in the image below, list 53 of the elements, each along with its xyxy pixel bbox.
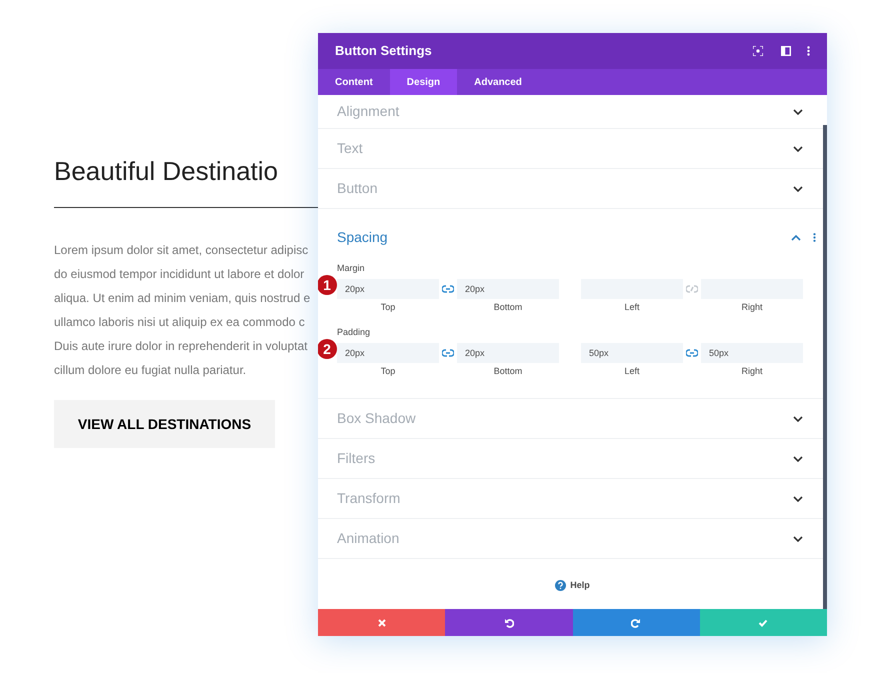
- field-group-label: Margin: [337, 262, 366, 275]
- link-icon[interactable]: [442, 348, 454, 356]
- tab[interactable]: Content: [318, 69, 390, 95]
- paragraph-line: cillum dolore eu fugiat nulla pariatur.: [54, 362, 248, 379]
- field-label: Left: [623, 300, 640, 314]
- redo-icon: [631, 618, 642, 628]
- chevron-down-icon[interactable]: [793, 456, 803, 462]
- paragraph-line: ullamco laboris nisi ut aliquip ex ea commodo c: [54, 314, 306, 331]
- page-heading: Beautiful Destinatio: [54, 155, 280, 187]
- field-label: Left: [623, 364, 640, 378]
- field-label: Right: [740, 300, 764, 314]
- close-icon: [376, 618, 387, 628]
- step-badge: 1: [318, 275, 337, 295]
- paragraph-line: Duis aute irure dolor in reprehenderit in voluptat: [54, 338, 308, 355]
- step-badge: 2: [318, 339, 337, 359]
- input-field[interactable]: 20px: [337, 342, 439, 362]
- chevron-up-icon[interactable]: [791, 234, 801, 240]
- scrollbar[interactable]: [823, 125, 827, 609]
- input-field[interactable]: 20px: [457, 342, 559, 362]
- undo-icon: [504, 618, 514, 628]
- chevron-down-icon[interactable]: [793, 108, 803, 114]
- field-label: Bottom: [492, 364, 524, 378]
- view-all-destinations-button[interactable]: VIEW ALL DESTINATIONS: [54, 400, 275, 448]
- help-icon[interactable]: [555, 580, 566, 592]
- chevron-down-icon[interactable]: [793, 536, 803, 542]
- paragraph-line: Lorem ipsum dolor sit amet, consectetur adipisc: [54, 242, 310, 259]
- field-label: Bottom: [492, 300, 524, 314]
- link-icon[interactable]: [686, 348, 698, 356]
- field-group-label: Padding: [337, 326, 372, 339]
- fullscreen-icon[interactable]: [753, 46, 763, 56]
- chevron-down-icon[interactable]: [793, 416, 803, 422]
- paragraph-line: aliqua. Ut enim ad minim veniam, quis nostrud e: [54, 290, 312, 307]
- checkmark-icon: [758, 618, 768, 628]
- chevron-down-icon[interactable]: [793, 146, 803, 152]
- input-field[interactable]: 50px: [701, 342, 803, 362]
- modal-title: Button Settings: [335, 42, 433, 60]
- paragraph-line: do eiusmod tempor incididunt ut labore et dolor: [54, 266, 306, 283]
- input-field[interactable]: 20px: [337, 278, 439, 298]
- input-field[interactable]: 20px: [457, 278, 559, 298]
- chevron-down-icon[interactable]: [793, 186, 803, 192]
- field-label: Top: [380, 300, 396, 314]
- split-view-icon[interactable]: [781, 46, 791, 56]
- section-title[interactable]: Spacing: [337, 227, 791, 248]
- more-options-icon[interactable]: [813, 233, 816, 242]
- more-options-icon[interactable]: [807, 46, 810, 56]
- field-label: Top: [380, 364, 396, 378]
- input-field[interactable]: 50px: [581, 342, 683, 362]
- tab[interactable]: Design: [390, 69, 458, 95]
- tab[interactable]: Advanced: [457, 69, 539, 95]
- help-link[interactable]: Help: [570, 579, 590, 592]
- field-label: Right: [740, 364, 764, 378]
- link-icon[interactable]: [442, 284, 454, 292]
- chevron-down-icon[interactable]: [793, 496, 803, 502]
